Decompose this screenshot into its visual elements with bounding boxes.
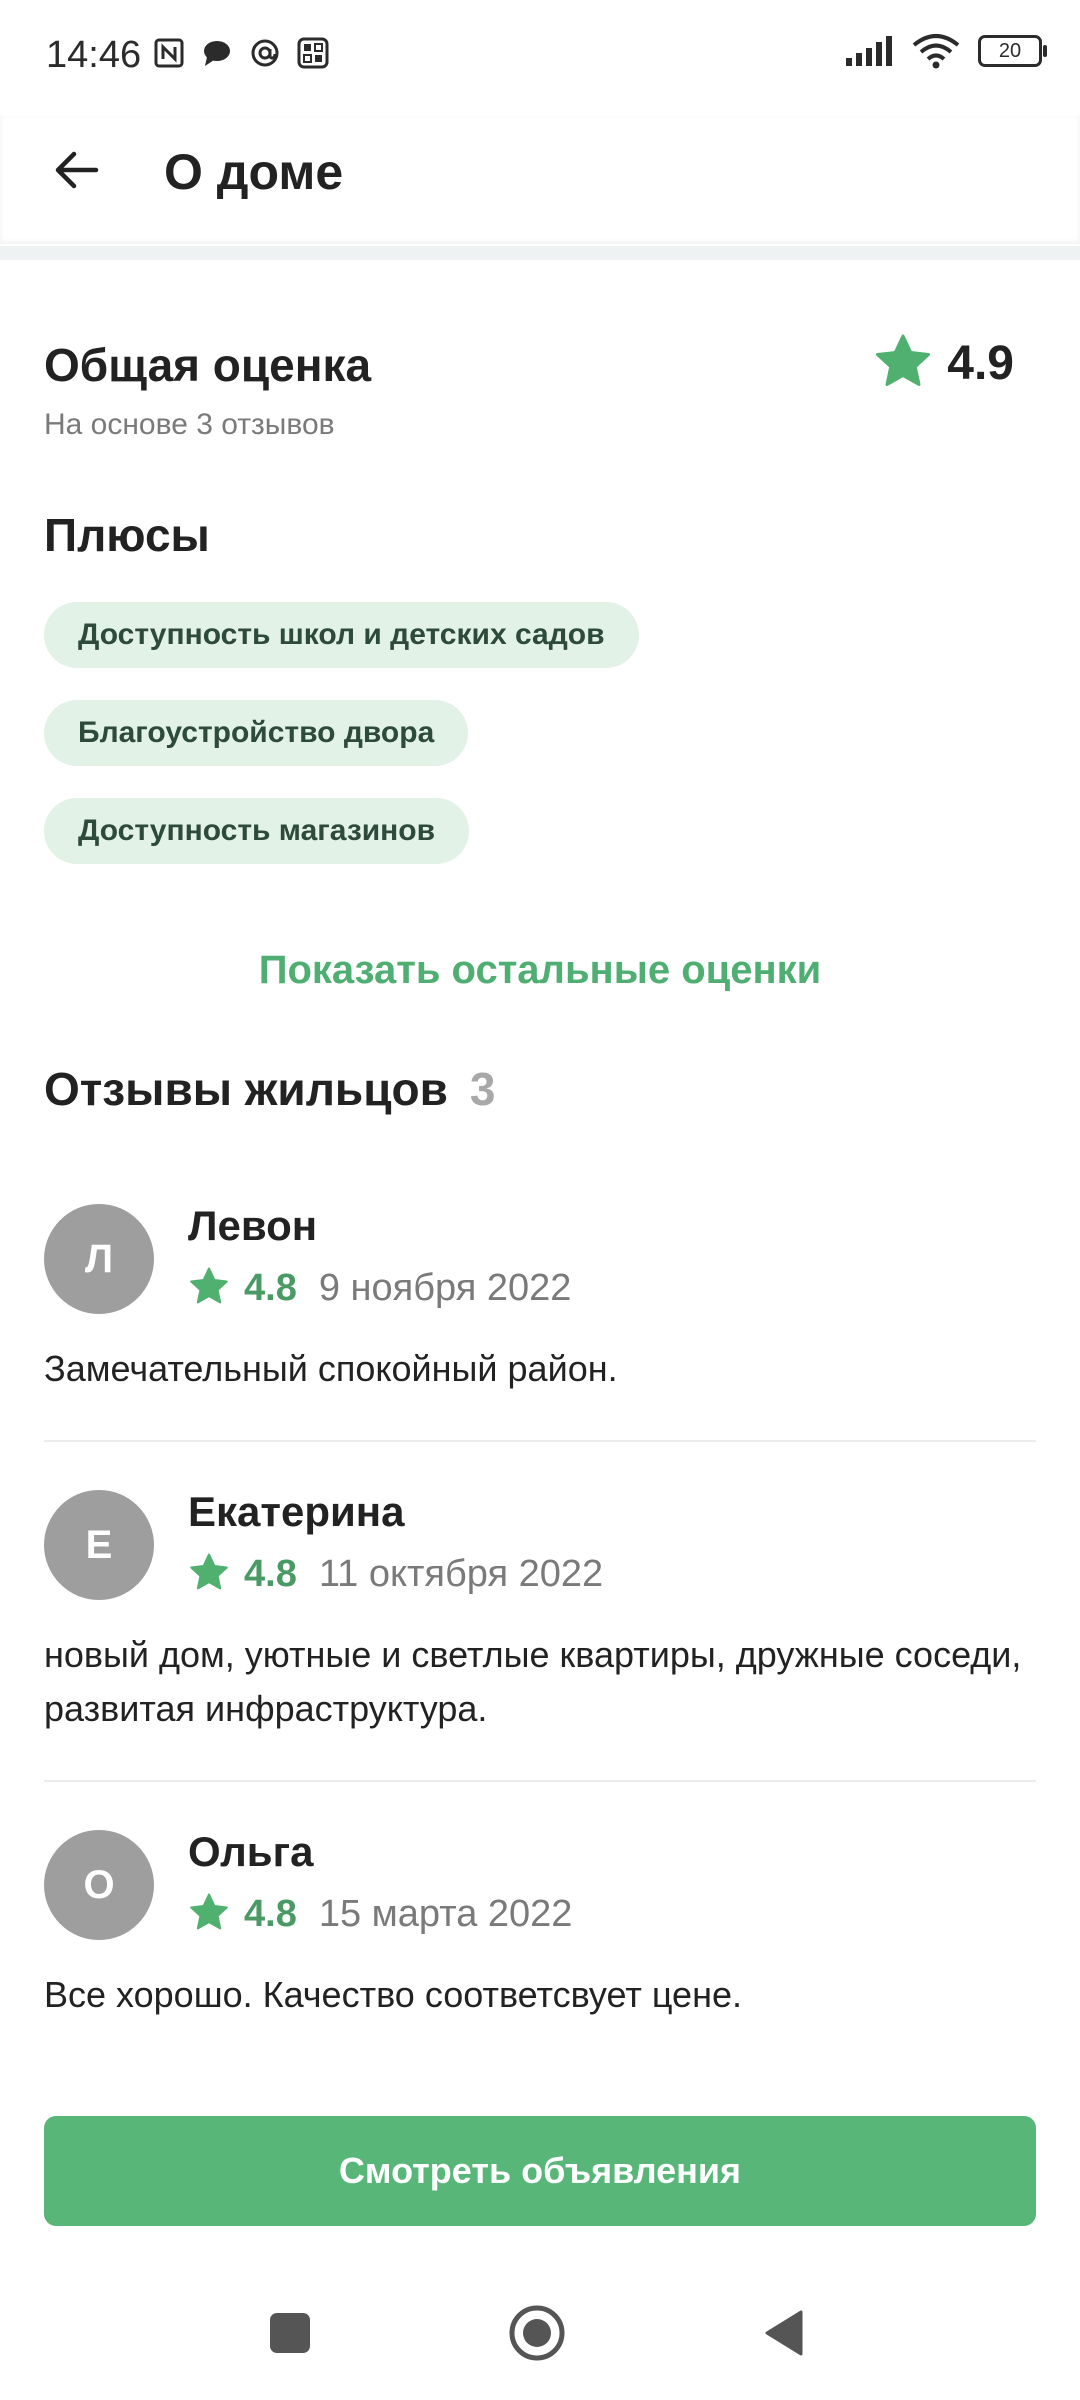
- signal-icon: [844, 34, 894, 68]
- review-text: Все хорошо. Качество соответсвует цене.: [44, 1974, 742, 2015]
- overall-rating-subtitle: На основе 3 отзывов: [44, 408, 335, 441]
- pros-chip: Доступность школ и детских садов: [44, 602, 639, 668]
- reviews-count: 3: [469, 1063, 496, 1115]
- at-icon: [248, 36, 282, 70]
- reviews-title: Отзывы жильцов: [44, 1063, 448, 1115]
- status-icons-left: [152, 36, 330, 70]
- overall-score-value: 4.9: [947, 337, 1014, 390]
- avatar: Л: [44, 1204, 154, 1314]
- home-icon: [508, 2304, 566, 2367]
- header-divider: [0, 246, 1080, 260]
- qr-icon: [296, 36, 330, 70]
- review-score: 4.8: [244, 1267, 297, 1309]
- recent-apps-icon: [268, 2311, 312, 2360]
- star-icon: [188, 1266, 230, 1311]
- pros-chip: Доступность магазинов: [44, 798, 470, 864]
- review-score: 4.8: [244, 1553, 297, 1595]
- back-icon: [761, 2308, 805, 2363]
- review-meta: 4.8 11 октября 2022: [188, 1552, 603, 1597]
- review-meta: 4.8 15 марта 2022: [188, 1892, 572, 1937]
- review-divider: [44, 1440, 1036, 1442]
- overall-score: 4.9: [873, 332, 1014, 395]
- nav-back-button[interactable]: [748, 2300, 818, 2370]
- battery-icon: 20: [978, 35, 1047, 67]
- battery-level: 20: [998, 39, 1022, 62]
- avatar: О: [44, 1830, 154, 1940]
- overall-rating-title: Общая оценка: [44, 339, 372, 391]
- chat-icon: [200, 36, 234, 70]
- status-time: 14:46: [46, 34, 142, 76]
- reviewer-name: Екатерина: [188, 1488, 405, 1535]
- review-score: 4.8: [244, 1893, 297, 1935]
- recent-apps-button[interactable]: [255, 2300, 325, 2370]
- review-text: новый дом, уютные и светлые квартиры, др…: [44, 1634, 1022, 1729]
- star-icon: [188, 1552, 230, 1597]
- status-icons-right: 20: [844, 34, 1047, 69]
- reviewer-name: Ольга: [188, 1828, 314, 1875]
- review-text: Замечательный спокойный район.: [44, 1348, 618, 1389]
- view-listings-button[interactable]: Смотреть объявления: [44, 2116, 1036, 2226]
- back-button[interactable]: [44, 140, 108, 204]
- review-date: 11 октября 2022: [318, 1553, 604, 1595]
- nfc-icon: [152, 36, 186, 70]
- star-icon: [873, 332, 933, 395]
- show-more-ratings-link[interactable]: Показать остальные оценки: [0, 948, 1080, 993]
- app-header: [0, 116, 1080, 244]
- avatar: Е: [44, 1490, 154, 1600]
- reviewer-name: Левон: [188, 1202, 318, 1249]
- pros-title: Плюсы: [44, 509, 210, 561]
- review-date: 15 марта 2022: [318, 1893, 573, 1935]
- pros-chip: Благоустройство двора: [44, 700, 469, 766]
- arrow-left-icon: [52, 146, 100, 199]
- home-button[interactable]: [502, 2300, 572, 2370]
- page-title: О доме: [164, 144, 344, 200]
- review-divider: [44, 1780, 1036, 1782]
- star-icon: [188, 1892, 230, 1937]
- review-date: 9 ноября 2022: [318, 1267, 572, 1309]
- review-meta: 4.8 9 ноября 2022: [188, 1266, 571, 1311]
- reviews-heading: Отзывы жильцов 3: [44, 1062, 495, 1116]
- wifi-icon: [912, 34, 960, 69]
